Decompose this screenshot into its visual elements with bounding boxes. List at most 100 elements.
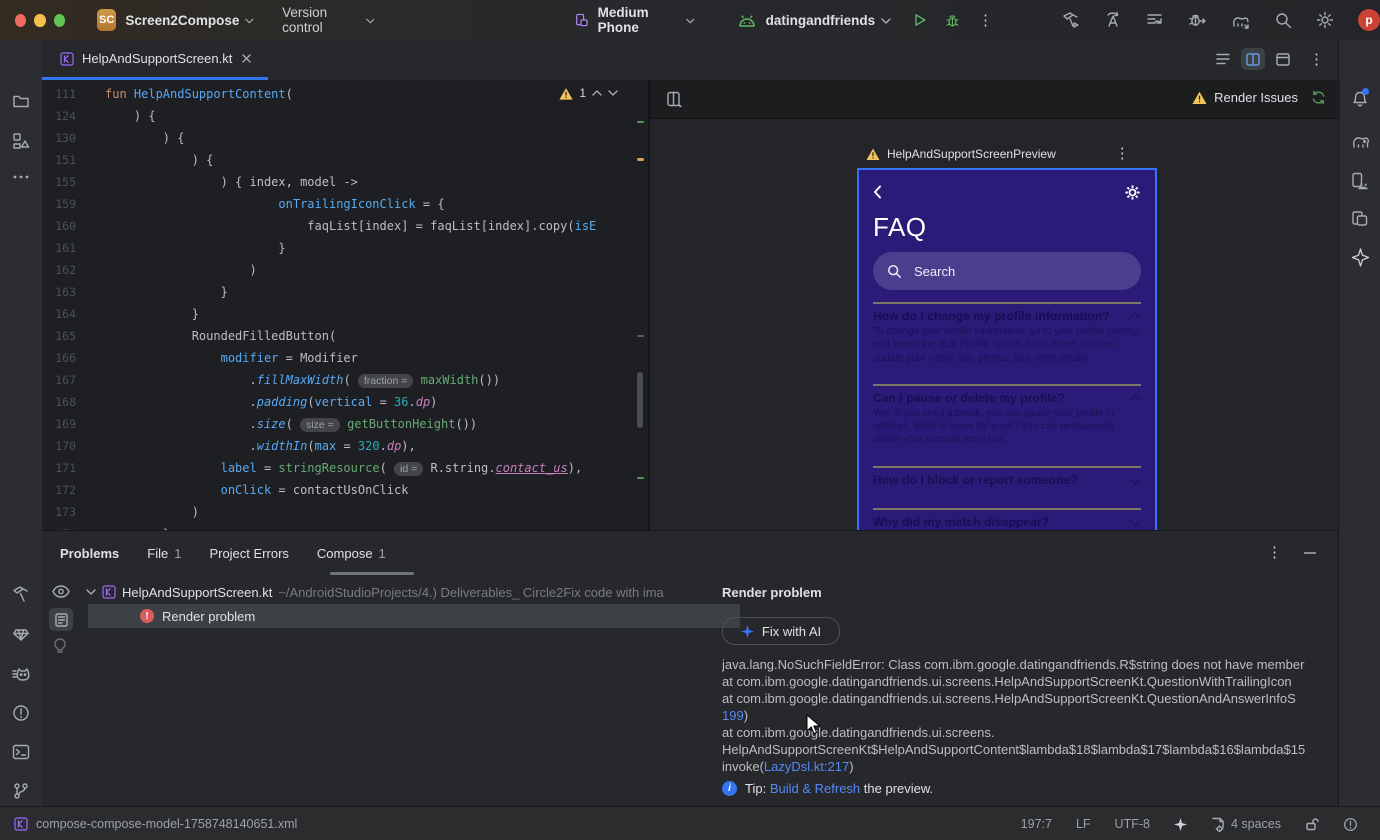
preview-options-kebab[interactable]: ⋮	[1115, 146, 1130, 161]
stack-link[interactable]: 199	[722, 708, 744, 723]
design-view-button[interactable]	[1271, 48, 1295, 70]
settings-gear-icon[interactable]	[1316, 11, 1334, 29]
code-line[interactable]: 124 ) {	[42, 105, 646, 127]
inspection-widget[interactable]: 1	[559, 86, 618, 100]
detail-title: Render problem	[722, 585, 822, 600]
line-separator[interactable]: LF	[1064, 817, 1103, 831]
terminal-icon[interactable]	[12, 743, 30, 761]
profile-avatar[interactable]: p	[1358, 9, 1380, 31]
device-preview-frame[interactable]: FAQ Search How do I change my profile in…	[857, 168, 1157, 530]
faq-item[interactable]: How do I change my profile information? T…	[873, 302, 1141, 384]
code-line[interactable]: 159 onTrailingIconClick = {	[42, 193, 646, 215]
settings-gear-icon[interactable]	[1124, 184, 1141, 201]
code-line[interactable]: 160 faqList[index] = faqList[index].copy…	[42, 215, 646, 237]
history-list-icon[interactable]	[1146, 11, 1164, 29]
resource-manager-icon[interactable]	[12, 132, 30, 150]
split-view-button[interactable]	[1241, 48, 1265, 70]
indent-config[interactable]: 4 spaces	[1199, 817, 1293, 832]
code-line[interactable]: 171 label = stringResource( id = R.strin…	[42, 457, 646, 479]
minimize-traffic-light[interactable]	[34, 13, 46, 27]
maximize-traffic-light[interactable]	[53, 13, 66, 27]
back-icon[interactable]	[873, 185, 882, 199]
code-line[interactable]: 169 .size( size = getButtonHeight())	[42, 413, 646, 435]
code-line[interactable]: 165 RoundedFilledButton(	[42, 325, 646, 347]
code-line[interactable]: 172 onClick = contactUsOnClick	[42, 479, 646, 501]
run-options-kebab[interactable]: ⋮	[978, 13, 993, 28]
project-name-menu[interactable]: Screen2Compose	[125, 13, 239, 28]
debug-button[interactable]	[945, 12, 960, 29]
render-issues-button[interactable]: Render Issues	[1192, 90, 1326, 105]
code-line[interactable]: 163 }	[42, 281, 646, 303]
status-notifications-icon[interactable]	[1331, 817, 1370, 832]
stack-link[interactable]: LazyDsl.kt:217	[764, 759, 849, 774]
details-view-toggle[interactable]	[49, 608, 73, 631]
refresh-icon[interactable]	[1311, 90, 1326, 105]
faq-search-field[interactable]: Search	[873, 252, 1141, 290]
editor-options-kebab[interactable]: ⋮	[1309, 52, 1324, 67]
code-line[interactable]: 174 }	[42, 523, 646, 530]
problem-item-row[interactable]: ! Render problem	[88, 604, 740, 628]
search-icon[interactable]	[1275, 12, 1292, 29]
faq-item[interactable]: Why did my match disappear?	[873, 507, 1141, 530]
code-line[interactable]: 168 .padding(vertical = 36.dp)	[42, 391, 646, 413]
code-editor[interactable]: 111 fun HelpAndSupportContent(124 ) {130 …	[42, 80, 646, 530]
git-branch-icon[interactable]	[12, 782, 30, 800]
build-refresh-link[interactable]: Build & Refresh	[770, 781, 860, 796]
running-devices-icon[interactable]	[1351, 210, 1369, 228]
prev-issue-icon[interactable]	[592, 90, 602, 96]
faq-item[interactable]: Can I pause or delete my profile? Yes. If…	[873, 383, 1141, 466]
more-tool-windows-icon[interactable]	[12, 174, 30, 180]
editor-scrollbar-thumb[interactable]	[637, 372, 643, 428]
build-hammer-icon[interactable]	[12, 585, 30, 603]
run-configuration-selector[interactable]: datingandfriends	[737, 13, 892, 28]
device-manager-icon[interactable]	[1351, 172, 1369, 190]
fix-with-ai-button[interactable]: Fix with AI	[722, 617, 840, 645]
code-line[interactable]: 170 .widthIn(max = 320.dp),	[42, 435, 646, 457]
code-line[interactable]: 162 )	[42, 259, 646, 281]
code-line[interactable]: 173 )	[42, 501, 646, 523]
editor-tab[interactable]: HelpAndSupportScreen.kt	[50, 40, 261, 77]
ai-status-sparkle-icon[interactable]	[1162, 817, 1199, 831]
code-view-button[interactable]	[1211, 48, 1235, 70]
preview-layout-icon[interactable]	[666, 91, 682, 107]
preview-title[interactable]: HelpAndSupportScreenPreview ⋮	[866, 146, 1130, 161]
code-line[interactable]: 155 ) { index, model ->	[42, 171, 646, 193]
code-line[interactable]: 111 fun HelpAndSupportContent(	[42, 83, 646, 105]
panel-options-kebab[interactable]: ⋮	[1267, 545, 1282, 560]
code-line[interactable]: 161 }	[42, 237, 646, 259]
build-run-icon[interactable]	[1062, 11, 1080, 29]
code-line[interactable]: 167 .fillMaxWidth( fraction = maxWidth()…	[42, 369, 646, 391]
run-button[interactable]	[913, 12, 927, 28]
file-encoding[interactable]: UTF-8	[1103, 817, 1162, 831]
code-line[interactable]: 166 modifier = Modifier	[42, 347, 646, 369]
version-control-menu[interactable]: Version control	[282, 5, 360, 35]
preview-eye-icon[interactable]	[52, 585, 70, 598]
tab-project-errors[interactable]: Project Errors	[195, 531, 302, 576]
tab-file[interactable]: File 1	[133, 531, 195, 576]
code-line[interactable]: 130 ) {	[42, 127, 646, 149]
lightbulb-icon[interactable]	[53, 638, 67, 654]
gradle-sync-icon[interactable]	[1231, 12, 1251, 29]
problems-icon[interactable]	[12, 704, 30, 722]
device-selector[interactable]: Medium Phone	[575, 5, 695, 35]
hide-panel-icon[interactable]	[1304, 551, 1316, 554]
rename-suggestion-icon[interactable]	[1104, 11, 1122, 29]
close-traffic-light[interactable]	[15, 13, 27, 27]
app-quality-insights-icon[interactable]	[12, 625, 30, 643]
attach-debugger-icon[interactable]	[1188, 11, 1207, 29]
code-line[interactable]: 151 ) {	[42, 149, 646, 171]
logcat-icon[interactable]	[12, 665, 32, 683]
project-folder-icon[interactable]	[12, 92, 30, 110]
chevron-down-icon[interactable]	[86, 589, 96, 595]
problem-file-row[interactable]: HelpAndSupportScreen.kt ~/AndroidStudioP…	[86, 581, 710, 603]
tab-compose[interactable]: Compose 1	[303, 531, 400, 576]
gemini-sparkle-icon[interactable]	[1351, 248, 1370, 267]
next-issue-icon[interactable]	[608, 90, 618, 96]
notifications-bell-icon[interactable]	[1351, 88, 1369, 108]
readonly-lock-icon[interactable]	[1293, 817, 1331, 831]
close-tab-icon[interactable]	[242, 54, 252, 63]
gradle-icon[interactable]	[1351, 132, 1371, 149]
caret-position[interactable]: 197:7	[1009, 817, 1064, 831]
faq-item[interactable]: How do I block or report someone?	[873, 465, 1141, 508]
code-line[interactable]: 164 }	[42, 303, 646, 325]
